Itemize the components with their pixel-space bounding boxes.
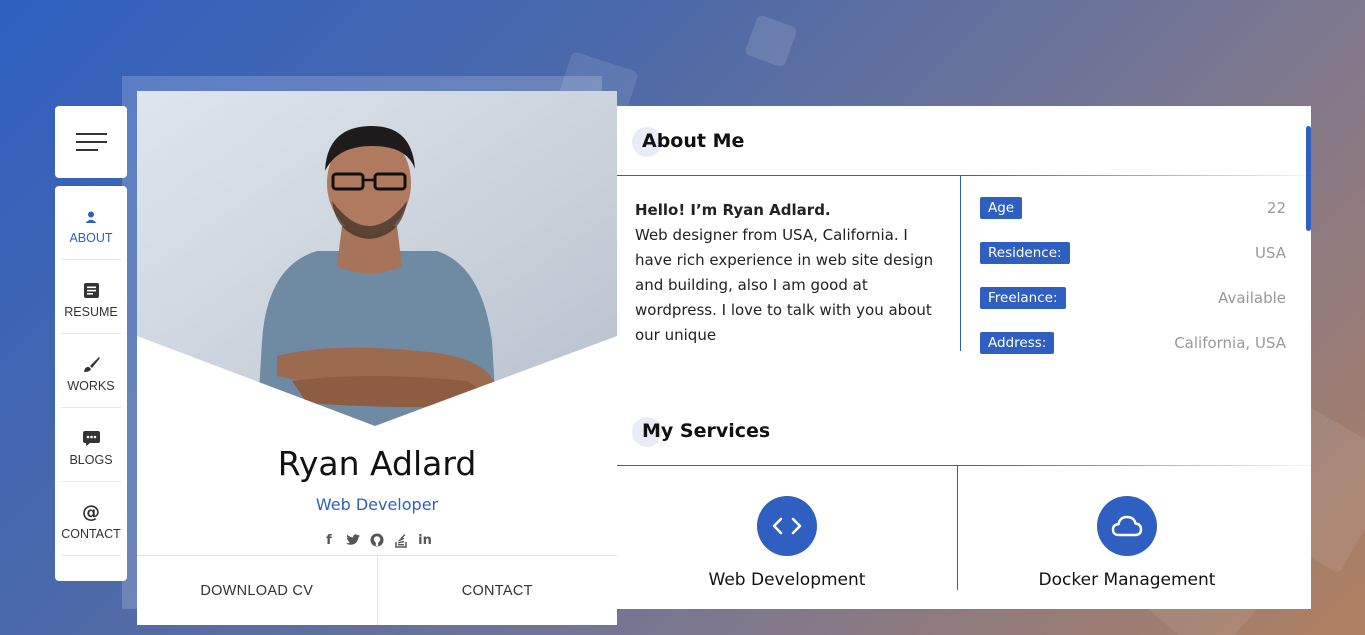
info-row-age: Age 22 [980, 195, 1286, 220]
github-icon[interactable] [370, 532, 385, 548]
user-icon [85, 207, 97, 227]
background-decoration [744, 14, 798, 68]
profile-role: Web Developer [315, 495, 439, 514]
service-web-development[interactable]: Web Development [617, 496, 957, 590]
info-value: Available [1218, 288, 1286, 307]
divider [617, 175, 1311, 176]
about-description: Web designer from USA, California. I hav… [635, 226, 934, 344]
at-icon: @ [82, 502, 100, 523]
facebook-icon[interactable]: f [322, 532, 337, 548]
code-icon [757, 496, 817, 556]
info-row-residence: Residence: USA [980, 240, 1286, 265]
social-links: f in [137, 532, 617, 548]
menu-toggle-button[interactable] [55, 106, 127, 178]
profile-card: Ryan Adlard Web Developer f in DOWNLOAD … [137, 91, 617, 625]
nav-label: BLOGS [69, 452, 113, 467]
info-label: Address: [980, 331, 1055, 354]
info-row-address: Address: California, USA [980, 330, 1286, 355]
nav-label: CONTACT [61, 526, 121, 541]
nav-item-resume[interactable]: RESUME [61, 260, 121, 334]
scrollbar[interactable] [1306, 126, 1311, 231]
about-bio: Hello! I’m Ryan Adlard. Web designer fro… [635, 198, 935, 348]
nav-label: RESUME [64, 304, 118, 319]
stackoverflow-icon[interactable] [394, 532, 409, 548]
profile-actions: DOWNLOAD CV CONTACT [137, 555, 617, 625]
info-label: Age [980, 196, 1023, 219]
nav-item-works[interactable]: WORKS [61, 334, 121, 408]
service-docker-management[interactable]: Docker Management [957, 496, 1297, 590]
nav-item-blogs[interactable]: BLOGS [61, 408, 121, 482]
hamburger-icon [75, 127, 107, 157]
service-title: Docker Management [1038, 570, 1216, 590]
nav-label: ABOUT [69, 230, 113, 245]
contact-button[interactable]: CONTACT [378, 556, 618, 625]
services-section-title: My Services [632, 417, 770, 447]
paintbrush-icon [83, 355, 100, 375]
info-label: Freelance: [980, 286, 1066, 309]
document-icon [83, 281, 99, 301]
twitter-icon[interactable] [346, 532, 361, 548]
linkedin-icon[interactable]: in [418, 532, 433, 548]
info-row-freelance: Freelance: Available [980, 285, 1286, 310]
about-section-title: About Me [632, 127, 744, 157]
info-value: USA [1254, 243, 1286, 262]
divider [960, 176, 961, 351]
nav-item-contact[interactable]: @ CONTACT [61, 482, 121, 556]
about-greeting: Hello! I’m Ryan Adlard. [635, 201, 831, 219]
content-panel: About Me Hello! I’m Ryan Adlard. Web des… [617, 106, 1311, 609]
profile-name: Ryan Adlard [277, 444, 477, 483]
info-label: Residence: [980, 241, 1070, 264]
profile-photo [137, 91, 617, 426]
cloud-icon [1097, 496, 1157, 556]
side-navigation: ABOUT RESUME WORKS BLOGS @ CONTACT [55, 186, 127, 581]
nav-item-about[interactable]: ABOUT [61, 186, 121, 260]
download-cv-button[interactable]: DOWNLOAD CV [137, 556, 378, 625]
nav-label: WORKS [67, 378, 115, 393]
info-value: California, USA [1174, 333, 1286, 352]
chat-icon [82, 429, 100, 449]
divider [617, 465, 1311, 466]
info-value: 22 [1266, 198, 1286, 217]
service-title: Web Development [708, 570, 866, 590]
